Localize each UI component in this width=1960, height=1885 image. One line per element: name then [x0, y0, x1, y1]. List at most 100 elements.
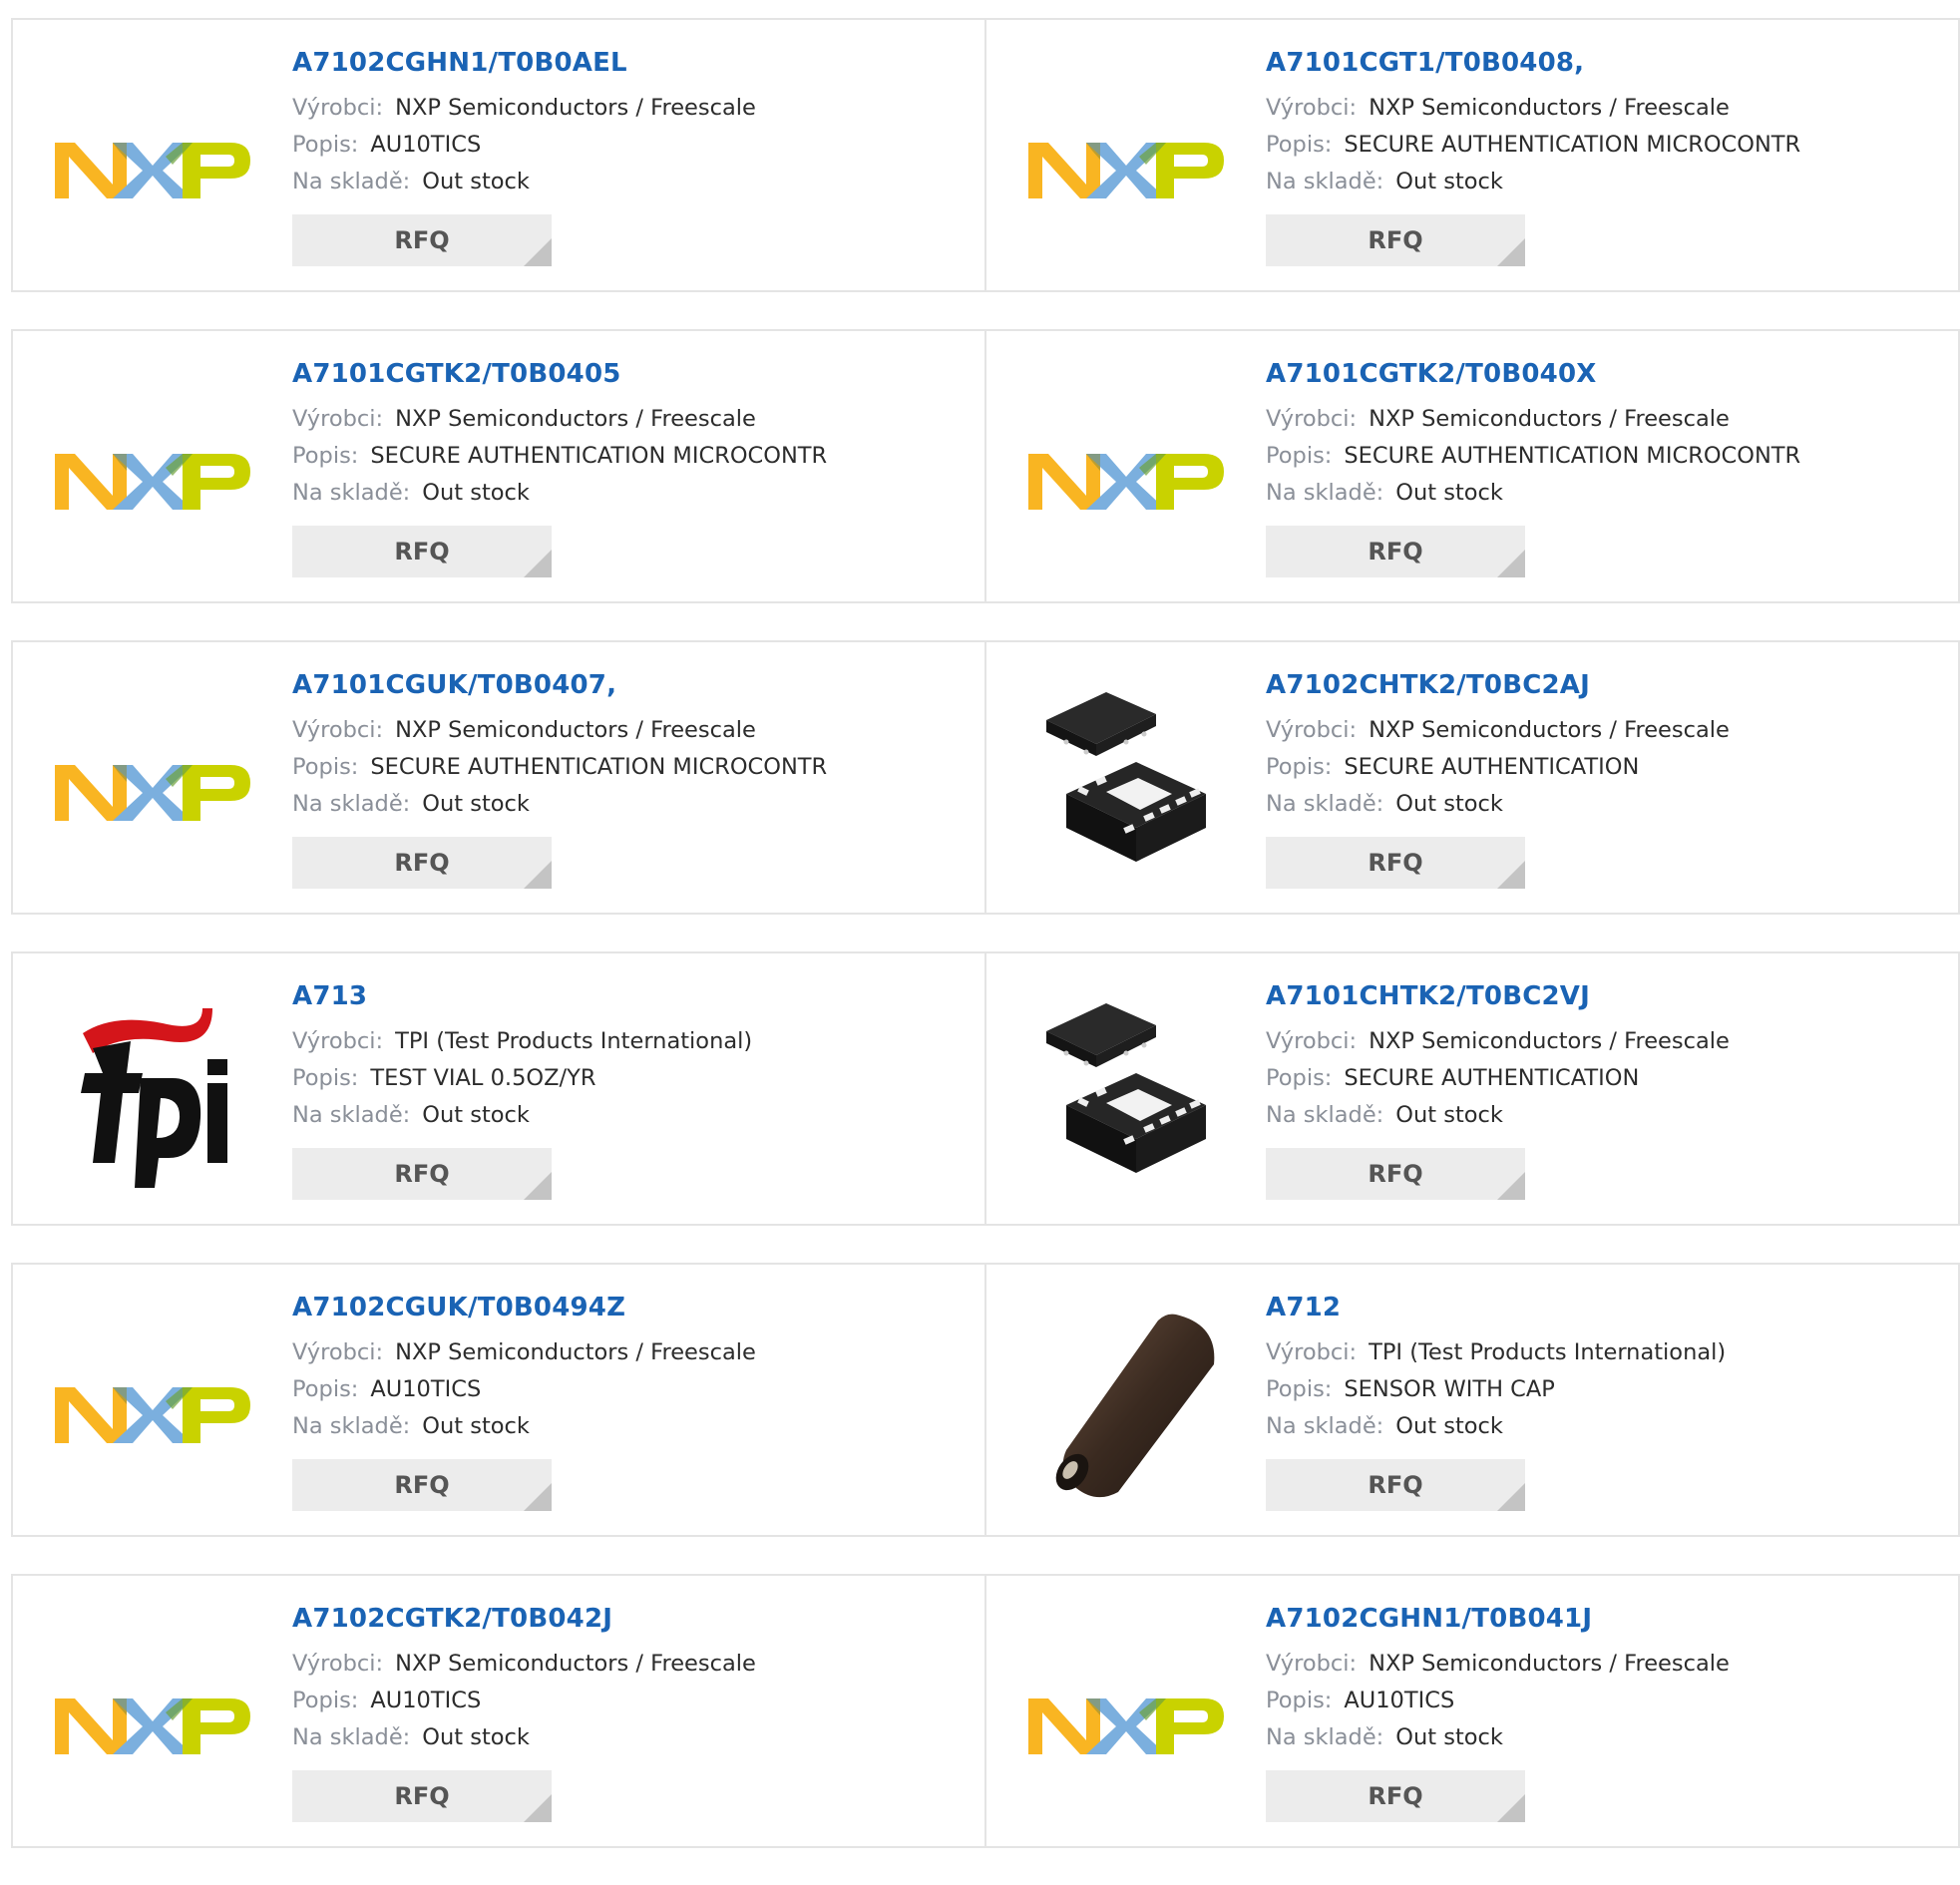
part-number-link[interactable]: A7102CGHN1/T0B041J — [1266, 1604, 1592, 1634]
stock-line: Na skladě: Out stock — [1266, 1097, 1958, 1134]
product-card: A7102CGTK2/T0B042J Výrobci: NXP Semicondu… — [11, 1574, 986, 1848]
part-number-link[interactable]: A7101CGTK2/T0B040X — [1266, 359, 1596, 389]
corner-triangle-icon — [524, 1794, 552, 1822]
tpi-logo-icon — [81, 1008, 227, 1188]
description-line: Popis: SECURE AUTHENTICATION MICROCONTR — [292, 438, 984, 475]
rfq-button[interactable]: RFQ — [292, 837, 552, 889]
description-line: Popis: TEST VIAL 0.5OZ/YR — [292, 1060, 984, 1097]
product-image — [1026, 682, 1226, 882]
manufacturer-line: Výrobci: NXP Semiconductors / Freescale — [1266, 1646, 1958, 1683]
corner-triangle-icon — [524, 1483, 552, 1511]
product-info: A7102CHTK2/T0BC2AJ Výrobci: NXP Semicondu… — [1266, 670, 1958, 889]
rfq-button[interactable]: RFQ — [292, 214, 552, 266]
part-number-link[interactable]: A7101CHTK2/T0BC2VJ — [1266, 981, 1590, 1011]
rfq-button[interactable]: RFQ — [292, 1459, 552, 1511]
description-value: AU10TICS — [370, 1688, 482, 1713]
manufacturer-line: Výrobci: NXP Semiconductors / Freescale — [292, 90, 984, 127]
rfq-button-label: RFQ — [394, 1782, 450, 1810]
description-line: Popis: AU10TICS — [292, 1683, 984, 1719]
stock-line: Na skladě: Out stock — [1266, 786, 1958, 823]
manufacturer-value: NXP Semiconductors / Freescale — [1369, 717, 1730, 743]
description-label: Popis: — [1266, 754, 1333, 780]
product-card: A7102CGHN1/T0B041J Výrobci: NXP Semicondu… — [986, 1574, 1960, 1848]
stock-label: Na skladě: — [292, 480, 411, 506]
stock-line: Na skladě: Out stock — [292, 164, 984, 200]
part-number-link[interactable]: A7102CGUK/T0B0494Z — [292, 1293, 625, 1322]
product-image — [1026, 115, 1226, 224]
product-row: A7102CGHN1/T0B0AEL Výrobci: NXP Semicondu… — [11, 18, 1960, 292]
corner-triangle-icon — [1497, 1794, 1525, 1822]
manufacturer-label: Výrobci: — [292, 717, 384, 743]
rfq-button[interactable]: RFQ — [292, 526, 552, 577]
description-label: Popis: — [292, 132, 359, 158]
rfq-button[interactable]: RFQ — [1266, 214, 1525, 266]
manufacturer-label: Výrobci: — [1266, 406, 1358, 432]
corner-triangle-icon — [1497, 861, 1525, 889]
rfq-button-label: RFQ — [1368, 226, 1423, 254]
description-line: Popis: AU10TICS — [292, 127, 984, 164]
rfq-button[interactable]: RFQ — [292, 1770, 552, 1822]
part-number-link[interactable]: A712 — [1266, 1293, 1341, 1322]
manufacturer-line: Výrobci: NXP Semiconductors / Freescale — [1266, 401, 1958, 438]
product-info: A713 Výrobci: TPI (Test Products Internat… — [292, 981, 984, 1200]
stock-label: Na skladě: — [1266, 1102, 1384, 1128]
product-card: A7101CGT1/T0B0408, Výrobci: NXP Semicondu… — [986, 18, 1960, 292]
chip-package-icon — [1046, 692, 1206, 862]
nxp-logo-icon — [1028, 454, 1224, 510]
part-number-link[interactable]: A713 — [292, 981, 367, 1011]
stock-line: Na skladě: Out stock — [292, 786, 984, 823]
stock-label: Na skladě: — [292, 1413, 411, 1439]
product-info: A7101CGUK/T0B0407, Výrobci: NXP Semicondu… — [292, 670, 984, 889]
rfq-button[interactable]: RFQ — [1266, 526, 1525, 577]
product-info: A7102CGHN1/T0B0AEL Výrobci: NXP Semicondu… — [292, 48, 984, 266]
rfq-button[interactable]: RFQ — [1266, 1459, 1525, 1511]
rfq-button-label: RFQ — [1368, 849, 1423, 877]
product-card: A7101CGTK2/T0B0405 Výrobci: NXP Semicondu… — [11, 329, 986, 603]
nxp-logo-icon — [55, 1698, 250, 1754]
manufacturer-value: NXP Semiconductors / Freescale — [1369, 1651, 1730, 1677]
description-label: Popis: — [292, 1376, 359, 1402]
manufacturer-value: NXP Semiconductors / Freescale — [395, 95, 756, 121]
stock-label: Na skladě: — [1266, 1413, 1384, 1439]
manufacturer-label: Výrobci: — [1266, 1028, 1358, 1054]
product-info: A7102CGHN1/T0B041J Výrobci: NXP Semicondu… — [1266, 1604, 1958, 1822]
stock-value: Out stock — [1395, 169, 1503, 194]
stock-label: Na skladě: — [1266, 1724, 1384, 1750]
stock-value: Out stock — [422, 480, 530, 506]
manufacturer-label: Výrobci: — [1266, 1651, 1358, 1677]
corner-triangle-icon — [1497, 550, 1525, 577]
rfq-button-label: RFQ — [1368, 538, 1423, 566]
manufacturer-label: Výrobci: — [1266, 95, 1358, 121]
manufacturer-value: NXP Semiconductors / Freescale — [1369, 95, 1730, 121]
rfq-button-label: RFQ — [1368, 1782, 1423, 1810]
rfq-button[interactable]: RFQ — [1266, 1148, 1525, 1200]
stock-line: Na skladě: Out stock — [1266, 164, 1958, 200]
part-number-link[interactable]: A7102CGHN1/T0B0AEL — [292, 48, 627, 78]
product-image — [53, 426, 252, 536]
rfq-button[interactable]: RFQ — [1266, 837, 1525, 889]
stock-line: Na skladě: Out stock — [292, 1408, 984, 1445]
part-number-link[interactable]: A7102CGTK2/T0B042J — [292, 1604, 612, 1634]
rfq-button-label: RFQ — [1368, 1160, 1423, 1188]
part-number-link[interactable]: A7101CGTK2/T0B0405 — [292, 359, 621, 389]
manufacturer-value: TPI (Test Products International) — [395, 1028, 753, 1054]
description-line: Popis: SECURE AUTHENTICATION — [1266, 749, 1958, 786]
rfq-button[interactable]: RFQ — [292, 1148, 552, 1200]
stock-value: Out stock — [422, 1413, 530, 1439]
manufacturer-label: Výrobci: — [292, 95, 384, 121]
product-card: A7102CGUK/T0B0494Z Výrobci: NXP Semicondu… — [11, 1263, 986, 1537]
manufacturer-line: Výrobci: TPI (Test Products International… — [292, 1023, 984, 1060]
part-number-link[interactable]: A7101CGUK/T0B0407, — [292, 670, 616, 700]
description-label: Popis: — [292, 1065, 359, 1091]
stock-line: Na skladě: Out stock — [1266, 1408, 1958, 1445]
stock-line: Na skladě: Out stock — [292, 475, 984, 512]
stock-label: Na skladě: — [292, 791, 411, 817]
part-number-link[interactable]: A7101CGT1/T0B0408, — [1266, 48, 1584, 78]
description-value: AU10TICS — [1344, 1688, 1455, 1713]
rfq-button-label: RFQ — [394, 538, 450, 566]
rfq-button[interactable]: RFQ — [1266, 1770, 1525, 1822]
manufacturer-value: NXP Semiconductors / Freescale — [1369, 1028, 1730, 1054]
part-number-link[interactable]: A7102CHTK2/T0BC2AJ — [1266, 670, 1590, 700]
nxp-logo-icon — [55, 1387, 250, 1443]
manufacturer-line: Výrobci: NXP Semiconductors / Freescale — [292, 1646, 984, 1683]
